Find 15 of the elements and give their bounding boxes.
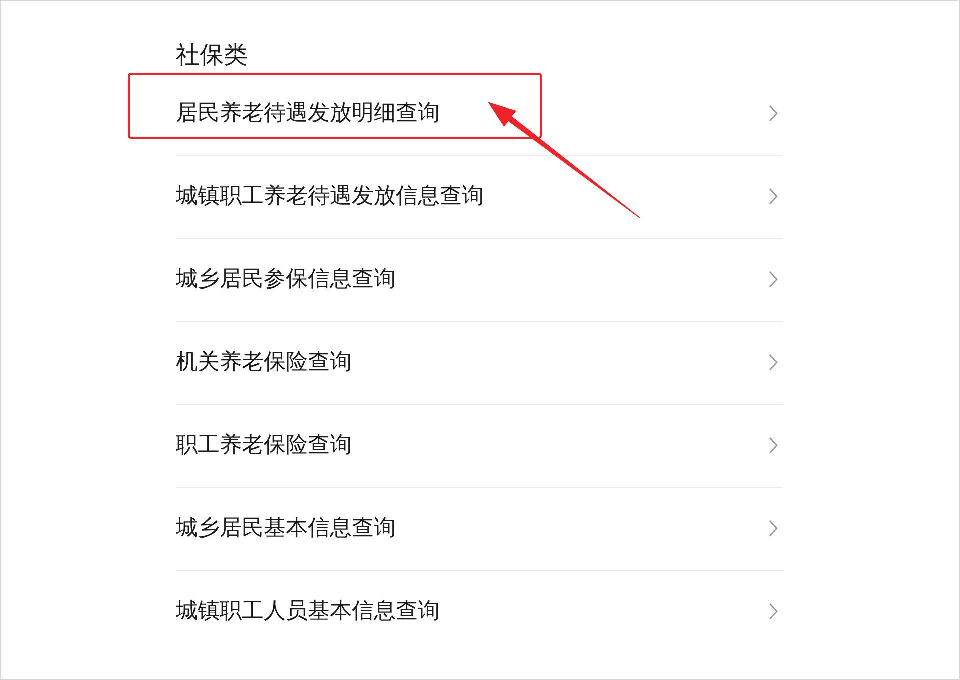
menu-item[interactable]: 城镇职工养老待遇发放信息查询 [176,182,484,210]
menu-item[interactable]: 城乡居民参保信息查询 [176,266,396,294]
chevron-right-icon[interactable] [769,271,778,288]
menu-item[interactable]: 城乡居民基本信息查询 [176,514,396,542]
chevron-right-icon[interactable] [769,520,778,537]
menu-item[interactable]: 机关养老保险查询 [176,348,352,376]
chevron-right-icon[interactable] [769,188,778,205]
menu-item[interactable]: 城镇职工人员基本信息查询 [176,598,440,626]
menu-item[interactable]: 居民养老待遇发放明细查询 [176,100,440,128]
section-title: 社保类 [176,40,248,71]
menu-item[interactable]: 职工养老保险查询 [176,432,352,460]
chevron-right-icon[interactable] [769,354,778,371]
chevron-right-icon[interactable] [769,105,778,122]
chevron-right-icon[interactable] [769,603,778,620]
chevron-right-icon[interactable] [769,437,778,454]
